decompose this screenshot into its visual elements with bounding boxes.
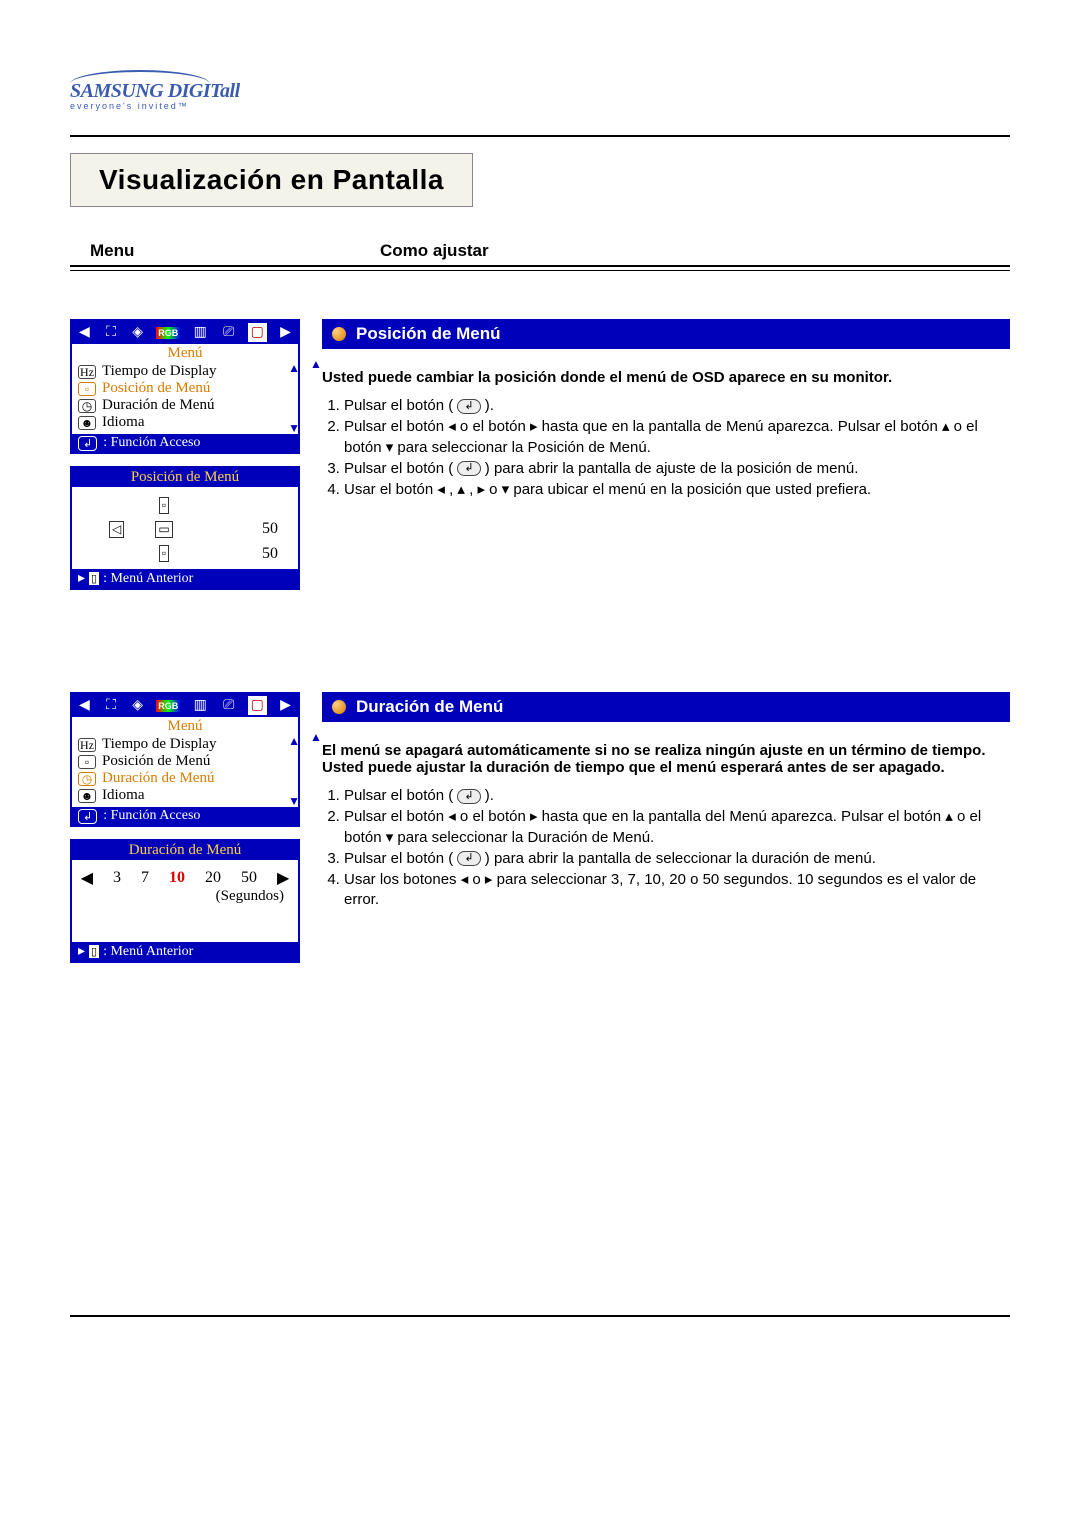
dur-opt-50: 50 — [241, 869, 257, 887]
scroll-down-icon: ▼ — [288, 794, 300, 809]
osd-item-language: Idioma — [102, 414, 145, 431]
intro-duration: El menú se apagará automáticamente si no… — [322, 742, 1010, 776]
pos-h-value: 50 — [262, 520, 278, 538]
expand-icon: ⛶ — [103, 698, 119, 714]
brand-name: SAMSUNG DIGITall — [70, 80, 1010, 103]
brightness-icon: ◈ — [129, 697, 146, 714]
step-dur-2: Pulsar el botón ◂ o el botón ▸ hasta que… — [344, 807, 1010, 848]
active-page-icon: ▢ — [248, 323, 267, 342]
scroll-up-icon: ▲ — [288, 361, 300, 376]
osd-control-screenshot-duration: Duración de Menú ◀ 3 7 10 20 50 ▶ (Segun… — [70, 839, 300, 963]
osd-func-bar: ↲: Función Acceso — [72, 434, 298, 452]
osd-control-screenshot-position: Posición de Menú ▫ ◁▭50 ▫50 ▸▯: Menú Ant… — [70, 466, 300, 590]
step-pos-3: Pulsar el botón ( ↲ ) para abrir la pant… — [344, 459, 1010, 479]
rgb-icon: RGB — [156, 327, 180, 339]
enter-button-icon: ↲ — [457, 399, 480, 414]
step-dur-1: Pulsar el botón ( ↲ ). — [344, 786, 1010, 806]
center-target-icon: ▭ — [155, 521, 172, 538]
osd-footer: ▸▯: Menú Anterior — [72, 569, 298, 588]
clock-icon: ◷ — [78, 772, 96, 786]
osd-control-title-dur: Duración de Menú — [72, 841, 298, 860]
back-arrow-icon: ▸ — [78, 943, 85, 960]
osd-item-displaytime: Tiempo de Display — [102, 736, 216, 753]
brand-logo: SAMSUNG DIGITall everyone's invited™ — [70, 70, 1010, 111]
bars-icon: ▥ — [191, 697, 210, 714]
osd-menu-title: Menú — [72, 344, 298, 363]
arrow-left-icon: ◀ — [76, 697, 93, 714]
osd-item-displaytime: Tiempo de Display — [102, 363, 216, 380]
back-tab-icon: ▯ — [89, 945, 99, 958]
dur-opt-10: 10 — [169, 869, 185, 887]
dur-opt-3: 3 — [113, 869, 121, 887]
dur-arrow-right-icon: ▶ — [277, 868, 289, 888]
screen-icon: ⎚ — [220, 698, 237, 714]
intro-position: Usted puede cambiar la posición donde el… — [322, 369, 1010, 386]
top-divider — [70, 135, 1010, 137]
arrow-left-icon: ◀ — [76, 324, 93, 341]
clock-icon: ◷ — [78, 399, 96, 413]
left-target-icon: ◁ — [109, 521, 124, 538]
bars-icon: ▥ — [191, 324, 210, 341]
pos-icon: ▫ — [78, 755, 96, 769]
section-title-position: Posición de Menú — [322, 319, 1010, 349]
header-menu: Menu — [70, 241, 380, 261]
step-pos-4: Usar el botón ◂ , ▴ , ▸ o ▾ para ubicar … — [344, 480, 1010, 500]
hz-icon: Hz — [78, 365, 96, 379]
header-divider — [70, 265, 1010, 271]
step-pos-2: Pulsar el botón ◂ o el botón ▸ hasta que… — [344, 417, 1010, 458]
osd-footer: ▸▯: Menú Anterior — [72, 942, 298, 961]
arrow-right-icon: ▶ — [277, 324, 294, 341]
back-tab-icon: ▯ — [89, 572, 99, 585]
step-dur-4: Usar los botones ◂ o ▸ para seleccionar … — [344, 870, 1010, 911]
osd-item-menudur: Duración de Menú — [102, 397, 214, 414]
rgb-icon: RGB — [156, 700, 180, 712]
lang-icon: ☻ — [78, 789, 96, 803]
dur-arrow-left-icon: ◀ — [81, 868, 93, 888]
active-page-icon: ▢ — [248, 696, 267, 715]
enter-button-icon: ↲ — [457, 789, 480, 804]
brightness-icon: ◈ — [129, 324, 146, 341]
scroll-up-icon: ▲ — [288, 734, 300, 749]
scroll-marker-icon: ▲ — [310, 730, 322, 744]
dur-opt-20: 20 — [205, 869, 221, 887]
osd-item-menupos: Posición de Menú — [102, 380, 210, 397]
page-title: Visualización en Pantalla — [70, 153, 473, 207]
section-title-duration: Duración de Menú — [322, 692, 1010, 722]
osd-func-bar: ↲: Función Acceso — [72, 807, 298, 825]
back-arrow-icon: ▸ — [78, 570, 85, 587]
step-dur-3: Pulsar el botón ( ↲ ) para abrir la pant… — [344, 849, 1010, 869]
enter-icon: ↲ — [78, 809, 97, 824]
scroll-marker-icon: ▲ — [310, 357, 322, 371]
header-howto: Como ajustar — [380, 241, 489, 261]
osd-iconbar: ◀ ⛶ ◈ RGB ▥ ⎚ ▢ ▶ — [72, 321, 298, 344]
top-target-icon: ▫ — [159, 497, 169, 514]
hz-icon: Hz — [78, 738, 96, 752]
osd-menu-screenshot-duration: ◀ ⛶ ◈ RGB ▥ ⎚ ▢ ▶ Menú ▲ Hz Tiempo de Dis… — [70, 692, 300, 827]
osd-item-language: Idioma — [102, 787, 145, 804]
osd-item-menudur: Duración de Menú — [102, 770, 214, 787]
arrow-right-icon: ▶ — [277, 697, 294, 714]
pos-v-value: 50 — [262, 545, 278, 563]
osd-item-menupos: Posición de Menú — [102, 753, 210, 770]
enter-button-icon: ↲ — [457, 851, 480, 866]
lang-icon: ☻ — [78, 416, 96, 430]
steps-position: Pulsar el botón ( ↲ ). Pulsar el botón ◂… — [322, 396, 1010, 500]
scroll-down-icon: ▼ — [288, 421, 300, 436]
dur-opt-7: 7 — [141, 869, 149, 887]
enter-icon: ↲ — [78, 436, 97, 451]
osd-control-title-pos: Posición de Menú — [72, 468, 298, 487]
bottom-divider — [70, 1315, 1010, 1317]
step-pos-1: Pulsar el botón ( ↲ ). — [344, 396, 1010, 416]
column-headers: Menu Como ajustar — [70, 241, 1010, 261]
bottom-target-icon: ▫ — [159, 545, 169, 562]
osd-menu-screenshot-position: ◀ ⛶ ◈ RGB ▥ ⎚ ▢ ▶ Menú ▲ Hz Tiempo de Dis… — [70, 319, 300, 454]
dur-unit-label: (Segundos) — [80, 888, 290, 905]
enter-button-icon: ↲ — [457, 461, 480, 476]
osd-iconbar: ◀ ⛶ ◈ RGB ▥ ⎚ ▢ ▶ — [72, 694, 298, 717]
expand-icon: ⛶ — [103, 325, 119, 341]
osd-menu-title: Menú — [72, 717, 298, 736]
screen-icon: ⎚ — [220, 325, 237, 341]
pos-icon: ▫ — [78, 382, 96, 396]
steps-duration: Pulsar el botón ( ↲ ). Pulsar el botón ◂… — [322, 786, 1010, 911]
